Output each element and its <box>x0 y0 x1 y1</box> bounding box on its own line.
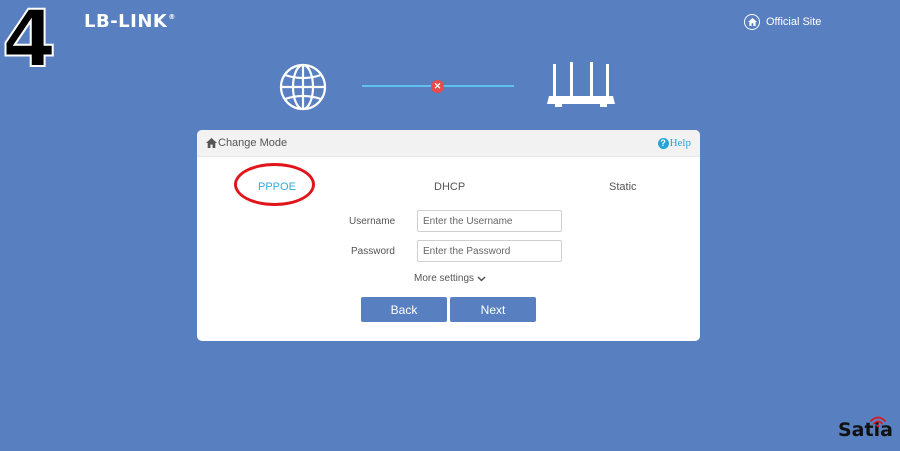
official-site-label: Official Site <box>766 16 822 28</box>
official-site-link[interactable]: Official Site <box>744 14 821 30</box>
username-input[interactable] <box>417 210 562 232</box>
more-settings-toggle[interactable]: More settings <box>414 273 486 284</box>
mode-tab-static[interactable]: Static <box>609 181 637 193</box>
help-link[interactable]: ? Help <box>657 137 691 149</box>
username-label: Username <box>349 216 396 227</box>
change-mode-panel: Change Mode ? Help PPPOE DHCP Static Use… <box>197 130 700 341</box>
help-icon: ? <box>657 137 669 149</box>
brand-trademark: ® <box>168 13 176 21</box>
next-button[interactable]: Next <box>450 297 536 322</box>
step-number: 4 <box>1 0 57 86</box>
mode-tab-pppoe[interactable]: PPPOE <box>258 181 296 193</box>
panel-title: Change Mode <box>218 137 288 149</box>
router-icon <box>547 62 615 107</box>
back-button[interactable]: Back <box>361 297 447 322</box>
help-label: Help <box>669 137 691 149</box>
brand-name: LB-LINK <box>84 11 168 32</box>
panel-header: Change Mode ? Help <box>197 130 700 157</box>
password-label: Password <box>351 246 395 257</box>
close-icon: ✕ <box>431 80 444 93</box>
chevron-down-icon <box>477 275 486 282</box>
home-icon <box>206 138 217 148</box>
password-input[interactable] <box>417 240 562 262</box>
home-icon <box>744 14 760 30</box>
panel-title-group: Change Mode <box>206 137 287 149</box>
more-settings-label: More settings <box>414 273 475 284</box>
wifi-icon <box>870 416 886 427</box>
brand-logo: LB-LINK® <box>84 11 176 32</box>
mode-tab-dhcp[interactable]: DHCP <box>434 181 465 193</box>
globe-icon <box>279 63 327 111</box>
